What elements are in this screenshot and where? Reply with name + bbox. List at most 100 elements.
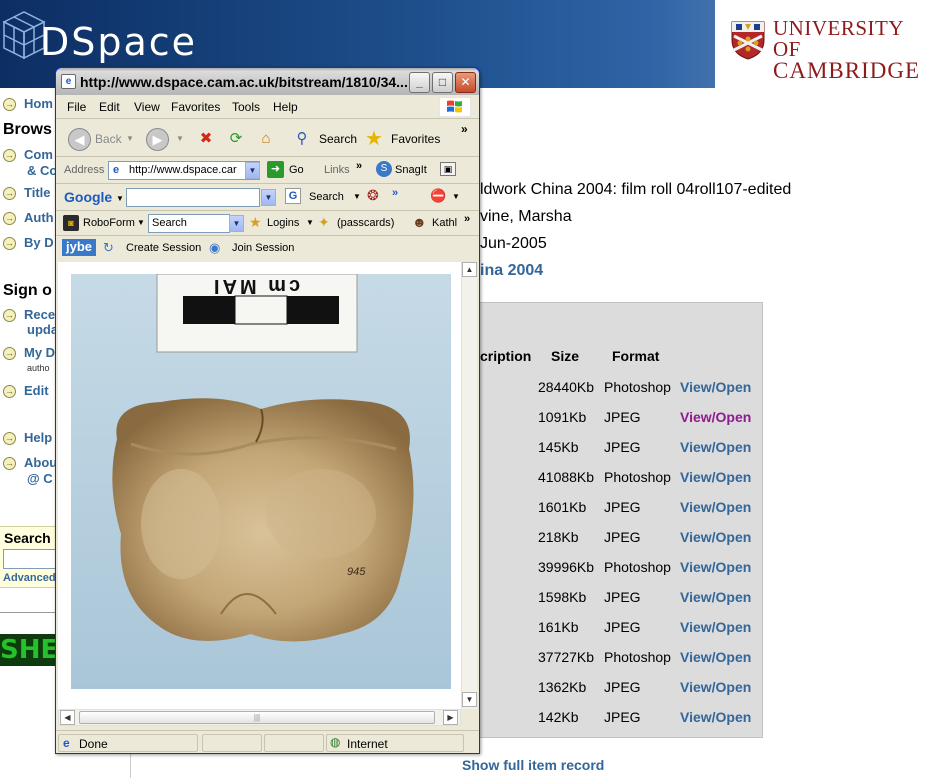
nav-communities[interactable]: → Com	[3, 147, 53, 163]
show-full-record-link[interactable]: Show full item record	[462, 757, 604, 773]
refresh-icon[interactable]: ⟳	[224, 127, 248, 151]
popup-blocker-icon[interactable]: ⛔	[430, 188, 446, 204]
view-open-link[interactable]: View/Open	[680, 619, 751, 635]
nav-my-dspace[interactable]: → My D	[3, 345, 55, 361]
nav-home[interactable]: → Hom	[3, 96, 53, 112]
go-button-label[interactable]: Go	[289, 164, 304, 176]
scroll-left-icon[interactable]: ◀	[60, 710, 75, 725]
nav-titles[interactable]: → Title	[3, 185, 51, 201]
horizontal-scroll-thumb[interactable]: |||	[79, 711, 435, 724]
nav-authors[interactable]: → Auth	[3, 210, 54, 226]
roboform-overflow-icon[interactable]: »	[464, 213, 470, 225]
view-open-link[interactable]: View/Open	[680, 379, 751, 395]
nav-by-date[interactable]: → By D	[3, 235, 54, 251]
snagit-capture-icon[interactable]: ▣	[440, 162, 456, 176]
search-icon[interactable]: ⚲	[290, 127, 314, 151]
nav-updates-label[interactable]: upda	[27, 322, 58, 337]
nav-receive-updates[interactable]: → Rece	[3, 307, 55, 323]
pagerank-icon[interactable]: ❂	[367, 187, 385, 205]
window-titlebar[interactable]: e http://www.dspace.cam.ac.uk/bitstream/…	[56, 68, 479, 95]
advanced-search-link[interactable]: Advanced	[3, 572, 56, 584]
roboform-dropdown-icon[interactable]: ▼	[137, 218, 145, 227]
back-arrow-icon[interactable]: ◀	[68, 128, 91, 151]
snagit-label[interactable]: SnagIt	[395, 164, 427, 176]
google-menu-dropdown-icon[interactable]: ▼	[116, 194, 124, 203]
menu-view[interactable]: View	[134, 100, 160, 114]
forward-dropdown-icon[interactable]: ▼	[176, 134, 184, 143]
toolbar-overflow-icon[interactable]: »	[461, 122, 468, 136]
view-open-link[interactable]: View/Open	[680, 409, 751, 425]
roboform-search-dropdown-icon[interactable]: ▼	[229, 215, 244, 232]
scroll-right-icon[interactable]: ▶	[443, 710, 458, 725]
passcards-icon[interactable]: ✦	[318, 214, 330, 231]
favorites-button-label[interactable]: Favorites	[391, 132, 440, 146]
vertical-scrollbar[interactable]: ▲ ▼	[461, 262, 477, 709]
nav-collections[interactable]: & Co	[27, 163, 57, 178]
menu-favorites[interactable]: Favorites	[171, 100, 220, 114]
passcards-label[interactable]: (passcards)	[337, 217, 394, 229]
roboform-label[interactable]: RoboForm	[83, 217, 135, 229]
menu-file[interactable]: File	[67, 100, 86, 114]
links-label[interactable]: Links	[324, 164, 350, 176]
nav-help[interactable]: → Help	[3, 430, 52, 446]
view-open-link[interactable]: View/Open	[680, 589, 751, 605]
favorites-star-icon[interactable]: ★	[362, 127, 386, 151]
view-open-link[interactable]: View/Open	[680, 679, 751, 695]
popup-blocker-dropdown-icon[interactable]: ▼	[452, 192, 460, 201]
home-icon[interactable]: ⌂	[254, 127, 278, 151]
search-button-label[interactable]: Search	[319, 132, 357, 146]
logins-label[interactable]: Logins	[267, 217, 299, 229]
snagit-icon[interactable]: S	[376, 161, 392, 177]
join-session-label[interactable]: Join Session	[232, 242, 294, 254]
google-search-input[interactable]	[126, 188, 260, 207]
menu-help[interactable]: Help	[273, 100, 298, 114]
google-search-dropdown-icon[interactable]: ▼	[353, 192, 361, 201]
go-arrow-icon[interactable]: ➜	[267, 161, 284, 178]
close-button[interactable]: ✕	[455, 72, 476, 93]
stop-icon[interactable]: ✖	[194, 127, 218, 151]
view-open-link[interactable]: View/Open	[680, 559, 751, 575]
menu-edit[interactable]: Edit	[99, 100, 120, 114]
forward-arrow-icon[interactable]: ▶	[146, 128, 169, 151]
google-logo[interactable]: Google	[64, 189, 112, 205]
view-open-link[interactable]: View/Open	[680, 469, 751, 485]
item-collection-link[interactable]: ina 2004	[480, 262, 543, 280]
university-name[interactable]: UNIVERSITY OF CAMBRIDGE	[773, 18, 929, 83]
nav-about[interactable]: → Abou	[3, 455, 57, 471]
nav-edit-profile[interactable]: → Edit	[3, 383, 49, 399]
menu-tools[interactable]: Tools	[232, 100, 260, 114]
scroll-down-icon[interactable]: ▼	[462, 692, 477, 707]
address-dropdown-icon[interactable]: ▼	[245, 162, 260, 179]
view-open-link[interactable]: View/Open	[680, 529, 751, 545]
maximize-button[interactable]: □	[432, 72, 453, 93]
roboform-icon[interactable]: ◙	[63, 215, 79, 231]
nav-about-cambridge[interactable]: @ C	[27, 471, 53, 486]
she-logo[interactable]: SHE	[0, 634, 56, 666]
jybe-logo[interactable]: jybe	[62, 239, 96, 256]
address-input[interactable]: http://www.dspace.car	[108, 161, 260, 180]
search-input[interactable]	[3, 549, 63, 569]
google-g-icon[interactable]: G	[285, 188, 301, 204]
minimize-button[interactable]: _	[409, 72, 430, 93]
view-open-link[interactable]: View/Open	[680, 709, 751, 725]
google-input-dropdown-icon[interactable]: ▼	[261, 189, 276, 206]
dspace-logo[interactable]: DSpace	[40, 20, 197, 64]
create-session-icon[interactable]: ↻	[103, 240, 114, 256]
create-session-label[interactable]: Create Session	[126, 242, 201, 254]
back-button-label[interactable]: Back	[95, 132, 122, 146]
join-session-icon[interactable]: ◉	[209, 240, 220, 256]
view-open-link[interactable]: View/Open	[680, 439, 751, 455]
view-open-link[interactable]: View/Open	[680, 649, 751, 665]
logins-icon[interactable]: ★	[249, 214, 262, 231]
logins-dropdown-icon[interactable]: ▼	[306, 218, 314, 227]
identity-label[interactable]: Kathl	[432, 217, 457, 229]
ie-popup-window[interactable]: e http://www.dspace.cam.ac.uk/bitstream/…	[55, 67, 480, 754]
identity-icon[interactable]: ☻	[412, 214, 427, 230]
view-open-link[interactable]: View/Open	[680, 499, 751, 515]
google-search-label[interactable]: Search	[309, 191, 344, 203]
page-content[interactable]: cm MAI 945 ▲ ▼	[58, 262, 477, 709]
links-overflow-icon[interactable]: »	[356, 160, 362, 172]
back-dropdown-icon[interactable]: ▼	[126, 134, 134, 143]
horizontal-scrollbar[interactable]: ◀ ||| ▶	[58, 709, 461, 726]
scroll-up-icon[interactable]: ▲	[462, 262, 477, 277]
